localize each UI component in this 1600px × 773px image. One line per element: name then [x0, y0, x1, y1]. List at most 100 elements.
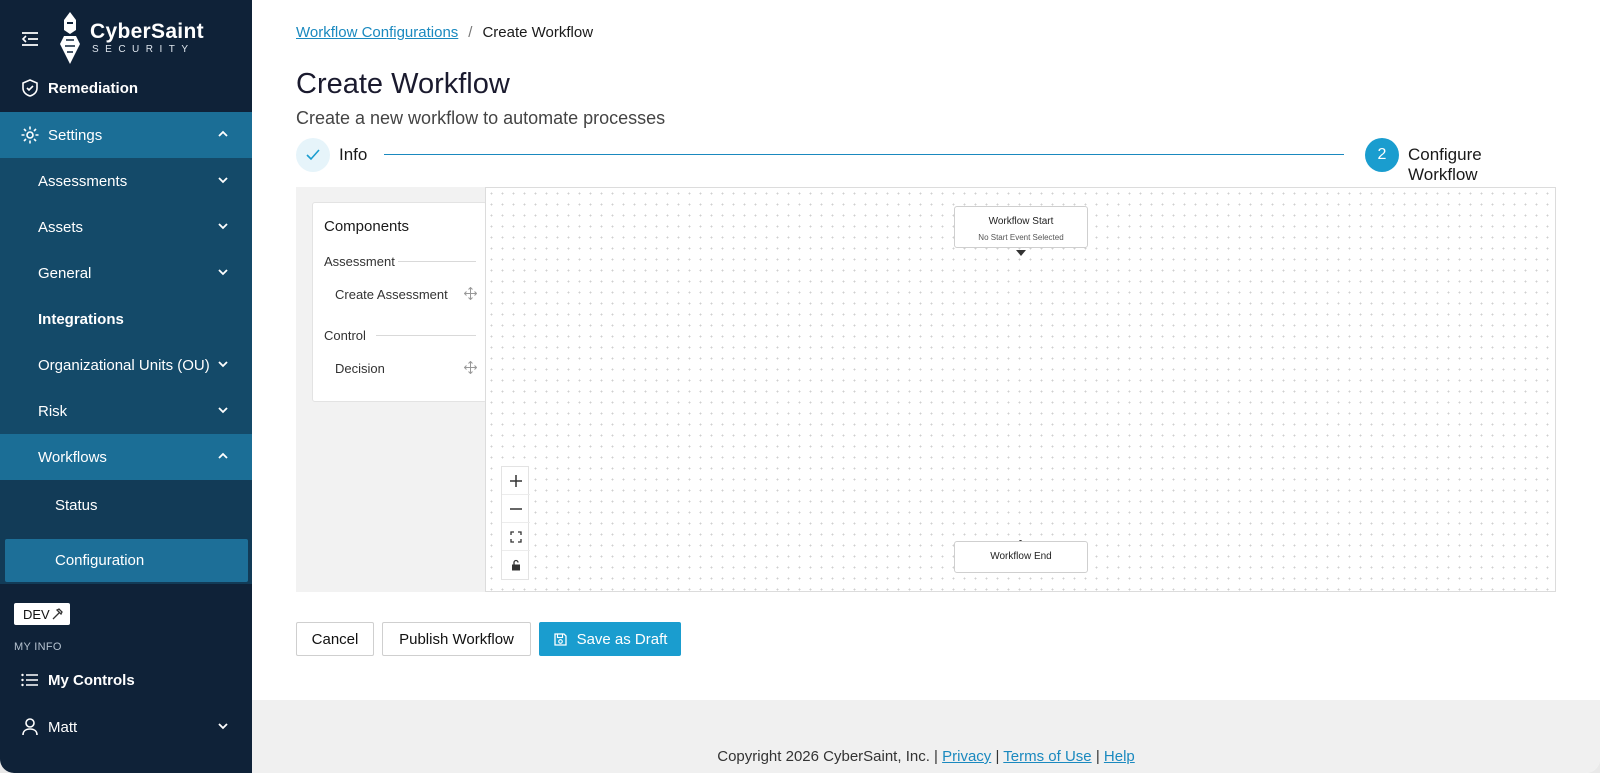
- sidebar-item-general[interactable]: General: [0, 250, 252, 296]
- sidebar-item-user-matt[interactable]: Matt: [0, 704, 252, 750]
- sidebar-item-label: Integrations: [38, 310, 124, 328]
- step-info-label[interactable]: Info: [339, 145, 367, 165]
- workflow-canvas[interactable]: Workflow Start No Start Event Selected W…: [485, 187, 1556, 592]
- node-workflow-end[interactable]: Workflow End: [954, 541, 1088, 573]
- env-badge-label: DEV: [23, 606, 50, 622]
- hammer-icon: [52, 607, 63, 619]
- chevron-down-icon: [218, 269, 228, 276]
- sidebar-item-label: General: [38, 264, 92, 282]
- sidebar-item-my-controls[interactable]: My Controls: [0, 657, 252, 703]
- zoom-in-button[interactable]: [502, 467, 530, 495]
- breadcrumb: Workflow Configurations / Create Workflow: [296, 24, 593, 41]
- component-decision[interactable]: Decision: [335, 361, 385, 376]
- drag-move-icon[interactable]: [464, 361, 477, 374]
- chevron-down-icon: [218, 223, 228, 230]
- sidebar-item-label: Status: [55, 496, 98, 514]
- logo-name: CyberSaint: [90, 20, 204, 43]
- footer: Copyright 2026 CyberSaint, Inc. | Privac…: [252, 700, 1600, 773]
- step-info-indicator[interactable]: [296, 138, 330, 172]
- chevron-down-icon: [218, 407, 228, 414]
- chevron-up-icon: [218, 130, 228, 137]
- user-icon: [22, 718, 38, 736]
- privacy-link[interactable]: Privacy: [942, 748, 991, 765]
- check-icon: [306, 149, 320, 161]
- node-workflow-start[interactable]: Workflow Start No Start Event Selected: [954, 206, 1088, 248]
- sidebar-item-assessments[interactable]: Assessments: [0, 158, 252, 204]
- chevron-down-icon: [218, 177, 228, 184]
- save-as-draft-button[interactable]: Save as Draft: [539, 622, 681, 656]
- step-configure-label[interactable]: Configure Workflow: [1408, 145, 1552, 185]
- zoom-out-button[interactable]: [502, 495, 530, 523]
- sidebar-item-workflows[interactable]: Workflows: [0, 434, 252, 480]
- node-title: Workflow End: [990, 551, 1052, 562]
- sidebar-item-organizational-units[interactable]: Organizational Units (OU): [0, 342, 252, 388]
- breadcrumb-separator: /: [468, 24, 473, 41]
- sidebar-item-label: Assets: [38, 218, 84, 236]
- chevron-up-icon: [218, 452, 228, 459]
- help-link[interactable]: Help: [1104, 748, 1135, 765]
- sidebar-item-label: Configuration: [55, 552, 145, 569]
- copyright-text: Copyright 2026 CyberSaint, Inc. |: [717, 748, 938, 765]
- sidebar-item-label: Settings: [48, 126, 103, 144]
- menu-collapse-icon[interactable]: [20, 30, 40, 48]
- chevron-down-icon: [218, 361, 228, 368]
- save-icon: [553, 632, 567, 646]
- publish-workflow-button[interactable]: Publish Workflow: [382, 622, 531, 656]
- footer-text: Copyright 2026 CyberSaint, Inc. | Privac…: [252, 748, 1600, 765]
- lock-button[interactable]: [502, 551, 530, 579]
- sidebar-item-label: Workflows: [38, 448, 107, 466]
- unlock-icon: [512, 559, 520, 571]
- category-divider: [398, 261, 476, 262]
- plus-icon: [510, 474, 522, 487]
- sidebar: CyberSaint SECURITY Remediation Settings…: [0, 0, 252, 773]
- page-subtitle: Create a new workflow to automate proces…: [296, 108, 666, 128]
- footer-separator: |: [1095, 748, 1100, 765]
- footer-separator: |: [995, 748, 1000, 765]
- category-divider: [376, 335, 476, 336]
- sidebar-item-label: Matt: [48, 718, 78, 736]
- sidebar-item-status[interactable]: Status: [0, 480, 252, 530]
- fit-view-button[interactable]: [502, 523, 530, 551]
- minus-icon: [510, 507, 522, 510]
- sidebar-item-configuration[interactable]: Configuration: [5, 539, 248, 582]
- sidebar-item-remediation[interactable]: Remediation: [0, 65, 252, 111]
- zoom-controls: [501, 466, 530, 580]
- stepper: Info 2 Configure Workflow: [296, 138, 1552, 184]
- sidebar-item-risk[interactable]: Risk: [0, 388, 252, 434]
- components-title: Components: [324, 218, 410, 235]
- sidebar-item-label: Risk: [38, 402, 68, 420]
- env-badge: DEV: [14, 603, 70, 625]
- terms-of-use-link[interactable]: Terms of Use: [1003, 748, 1091, 765]
- knight-logo-icon: [60, 12, 80, 64]
- component-category-assessment: Assessment: [324, 254, 395, 269]
- sidebar-item-label: My Controls: [48, 671, 135, 689]
- drag-move-icon[interactable]: [464, 287, 477, 300]
- chevron-down-icon: [218, 723, 228, 730]
- components-panel: Components Assessment Create Assessment …: [312, 202, 487, 402]
- logo-tagline: SECURITY: [92, 44, 195, 55]
- step-connector: [384, 154, 1344, 155]
- sidebar-item-label: Organizational Units (OU): [38, 356, 210, 374]
- save-as-draft-label: Save as Draft: [576, 630, 668, 648]
- component-category-control: Control: [324, 328, 366, 343]
- cybersaint-logo[interactable]: CyberSaint SECURITY: [52, 10, 204, 66]
- node-title: Workflow Start: [988, 216, 1054, 227]
- component-create-assessment[interactable]: Create Assessment: [335, 287, 448, 302]
- sidebar-item-assets[interactable]: Assets: [0, 204, 252, 250]
- cancel-button[interactable]: Cancel: [296, 622, 374, 656]
- breadcrumb-link-workflow-configurations[interactable]: Workflow Configurations: [296, 24, 458, 41]
- node-subtitle: No Start Event Selected: [978, 233, 1064, 242]
- sidebar-item-label: Remediation: [48, 79, 139, 97]
- section-label-my-info: MY INFO: [14, 641, 62, 653]
- sidebar-item-integrations[interactable]: Integrations: [0, 296, 252, 342]
- list-icon: [21, 673, 38, 687]
- step-configure-indicator[interactable]: 2: [1365, 138, 1399, 172]
- fit-view-icon: [510, 530, 522, 543]
- start-node-handle-icon[interactable]: [1015, 249, 1027, 257]
- page-title: Create Workflow: [296, 68, 510, 100]
- app-frame: CyberSaint SECURITY Remediation Settings…: [0, 0, 1600, 773]
- sidebar-item-settings[interactable]: Settings: [0, 112, 252, 158]
- breadcrumb-current: Create Workflow: [482, 24, 594, 41]
- shield-check-icon: [22, 79, 38, 97]
- sidebar-item-label: Assessments: [38, 172, 128, 190]
